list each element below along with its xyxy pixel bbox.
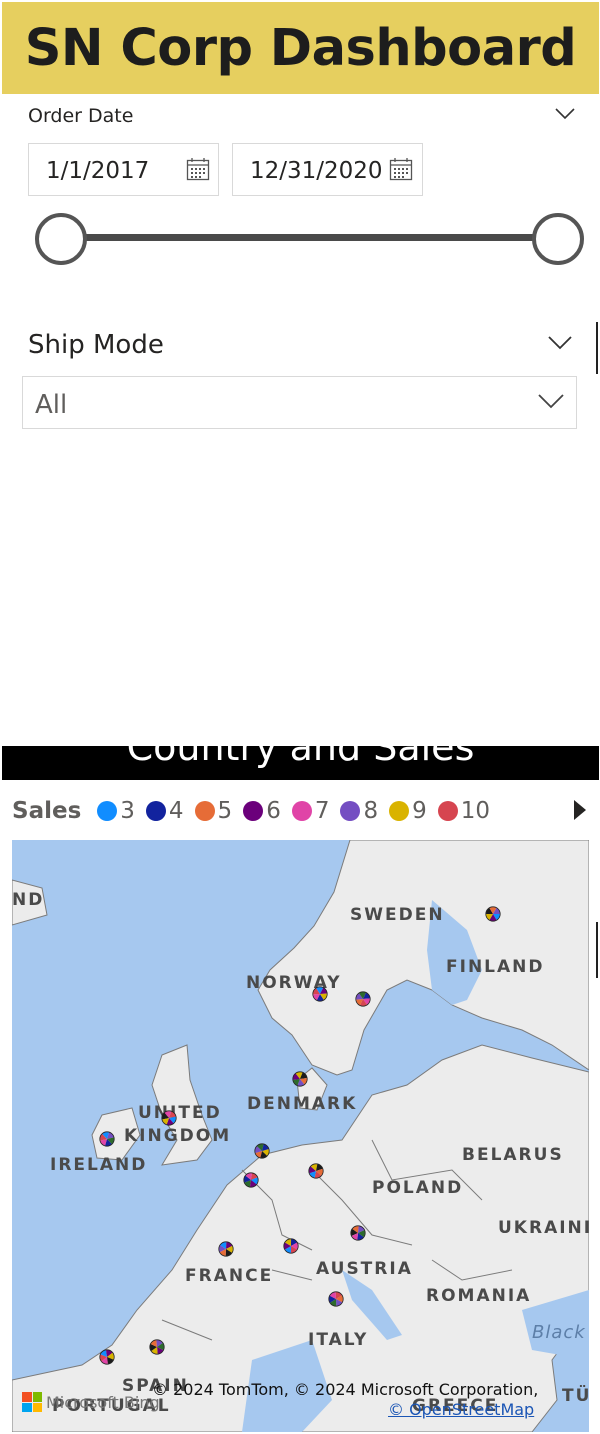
map-copyright: © 2024 TomTom, © 2024 Microsoft Corporat… xyxy=(152,1380,539,1399)
pie-marker[interactable] xyxy=(243,1172,259,1188)
legend-item: 4 xyxy=(145,798,184,824)
visual-title: Country and Sales xyxy=(126,746,475,769)
legend-label: 4 xyxy=(168,798,184,824)
start-slider-handle[interactable] xyxy=(35,213,87,265)
legend-swatch xyxy=(437,801,458,821)
dashboard-title: SN Corp Dashboard xyxy=(24,18,577,78)
pie-marker[interactable] xyxy=(350,1225,366,1241)
map-label-denmark: DENMARK xyxy=(247,1094,358,1114)
map-label-sweden: SWEDEN xyxy=(350,905,445,925)
legend-swatch xyxy=(194,801,215,821)
europe-map[interactable]: ND SWEDEN FINLAND NORWAY DENMARK UNITED … xyxy=(12,840,589,1432)
pie-marker[interactable] xyxy=(312,986,328,1002)
map-label-finland: FINLAND xyxy=(446,957,545,977)
map-label-kingdom: KINGDOM xyxy=(124,1126,232,1146)
pie-marker[interactable] xyxy=(161,1110,177,1126)
legend-swatch xyxy=(389,801,410,821)
pie-marker[interactable] xyxy=(254,1143,270,1159)
calendar-icon[interactable] xyxy=(389,157,413,181)
pie-marker[interactable] xyxy=(218,1241,234,1257)
legend-item: 9 xyxy=(389,798,427,824)
pie-marker[interactable] xyxy=(292,1071,308,1087)
visual-title-bar: Country and Sales xyxy=(2,746,599,780)
legend-item: 5 xyxy=(194,798,233,824)
date-range-slider-track[interactable] xyxy=(60,234,558,241)
ship-mode-title: Ship Mode xyxy=(28,330,164,360)
order-date-title: Order Date xyxy=(28,105,134,127)
legend-label: 7 xyxy=(314,798,330,824)
pie-marker[interactable] xyxy=(283,1238,299,1254)
legend-swatch xyxy=(145,801,166,821)
pie-marker[interactable] xyxy=(99,1349,115,1365)
chevron-down-icon xyxy=(538,394,564,409)
legend-item: 8 xyxy=(340,798,378,824)
calendar-icon[interactable] xyxy=(186,157,210,181)
legend-swatch xyxy=(340,801,361,821)
legend-item: 6 xyxy=(243,798,281,824)
end-date-value: 12/31/2020 xyxy=(250,158,383,184)
end-slider-handle[interactable] xyxy=(532,213,584,265)
ship-mode-dropdown[interactable]: All xyxy=(22,376,577,429)
map-label-turkey: TÜ xyxy=(562,1386,589,1406)
legend-label: 6 xyxy=(266,798,281,824)
legend-title: Sales xyxy=(12,798,82,824)
map-label-united: UNITED xyxy=(138,1103,222,1123)
legend-item: 10 xyxy=(437,798,491,824)
map-label-ukraine: UKRAINI xyxy=(498,1218,589,1238)
legend-label: 5 xyxy=(217,798,233,824)
legend-swatch xyxy=(97,801,118,821)
ship-mode-chevron-down-icon[interactable] xyxy=(548,336,572,350)
map-label-austria: AUSTRIA xyxy=(316,1259,413,1279)
map-label-poland: POLAND xyxy=(372,1178,464,1198)
legend-label: 10 xyxy=(460,798,491,824)
end-date-input[interactable]: 12/31/2020 xyxy=(232,143,423,196)
map-label-ireland: IRELAND xyxy=(50,1155,148,1175)
microsoft-logo-icon xyxy=(22,1392,42,1412)
order-date-chevron-down-icon[interactable] xyxy=(555,108,575,120)
map-label-romania: ROMANIA xyxy=(426,1286,532,1306)
start-date-input[interactable]: 1/1/2017 xyxy=(28,143,219,196)
start-date-value: 1/1/2017 xyxy=(46,158,150,184)
divider xyxy=(596,922,598,978)
legend-item: 3 xyxy=(97,798,135,824)
dashboard-header: SN Corp Dashboard xyxy=(2,2,599,94)
legend-label: 8 xyxy=(363,798,379,824)
map-label-france: FRANCE xyxy=(185,1266,274,1286)
openstreetmap-link[interactable]: © OpenStreetMap xyxy=(388,1400,534,1419)
bing-text: Microsoft Bing xyxy=(46,1392,160,1412)
legend-label: 9 xyxy=(412,798,427,824)
map-label-belarus: BELARUS xyxy=(462,1145,564,1165)
legend-label: 3 xyxy=(120,798,135,824)
pie-marker[interactable] xyxy=(99,1131,115,1147)
map-label-black-sea: Black xyxy=(532,1322,586,1343)
map-label-nd: ND xyxy=(12,890,45,910)
pie-marker[interactable] xyxy=(355,991,371,1007)
bing-logo: Microsoft Bing xyxy=(22,1392,160,1412)
ship-mode-selected: All xyxy=(35,390,68,420)
divider xyxy=(596,322,598,374)
legend-swatch xyxy=(291,801,312,821)
legend-item: 7 xyxy=(291,798,330,824)
pie-marker[interactable] xyxy=(485,906,501,922)
pie-marker[interactable] xyxy=(308,1163,324,1179)
pie-marker[interactable] xyxy=(328,1291,344,1307)
legend-swatch xyxy=(243,801,264,821)
pie-marker[interactable] xyxy=(149,1339,165,1355)
map-legend: Sales 3 4 5 6 7 8 9 10 xyxy=(12,792,592,830)
map-label-italy: ITALY xyxy=(308,1330,369,1350)
legend-next-arrow-icon[interactable] xyxy=(574,800,586,820)
